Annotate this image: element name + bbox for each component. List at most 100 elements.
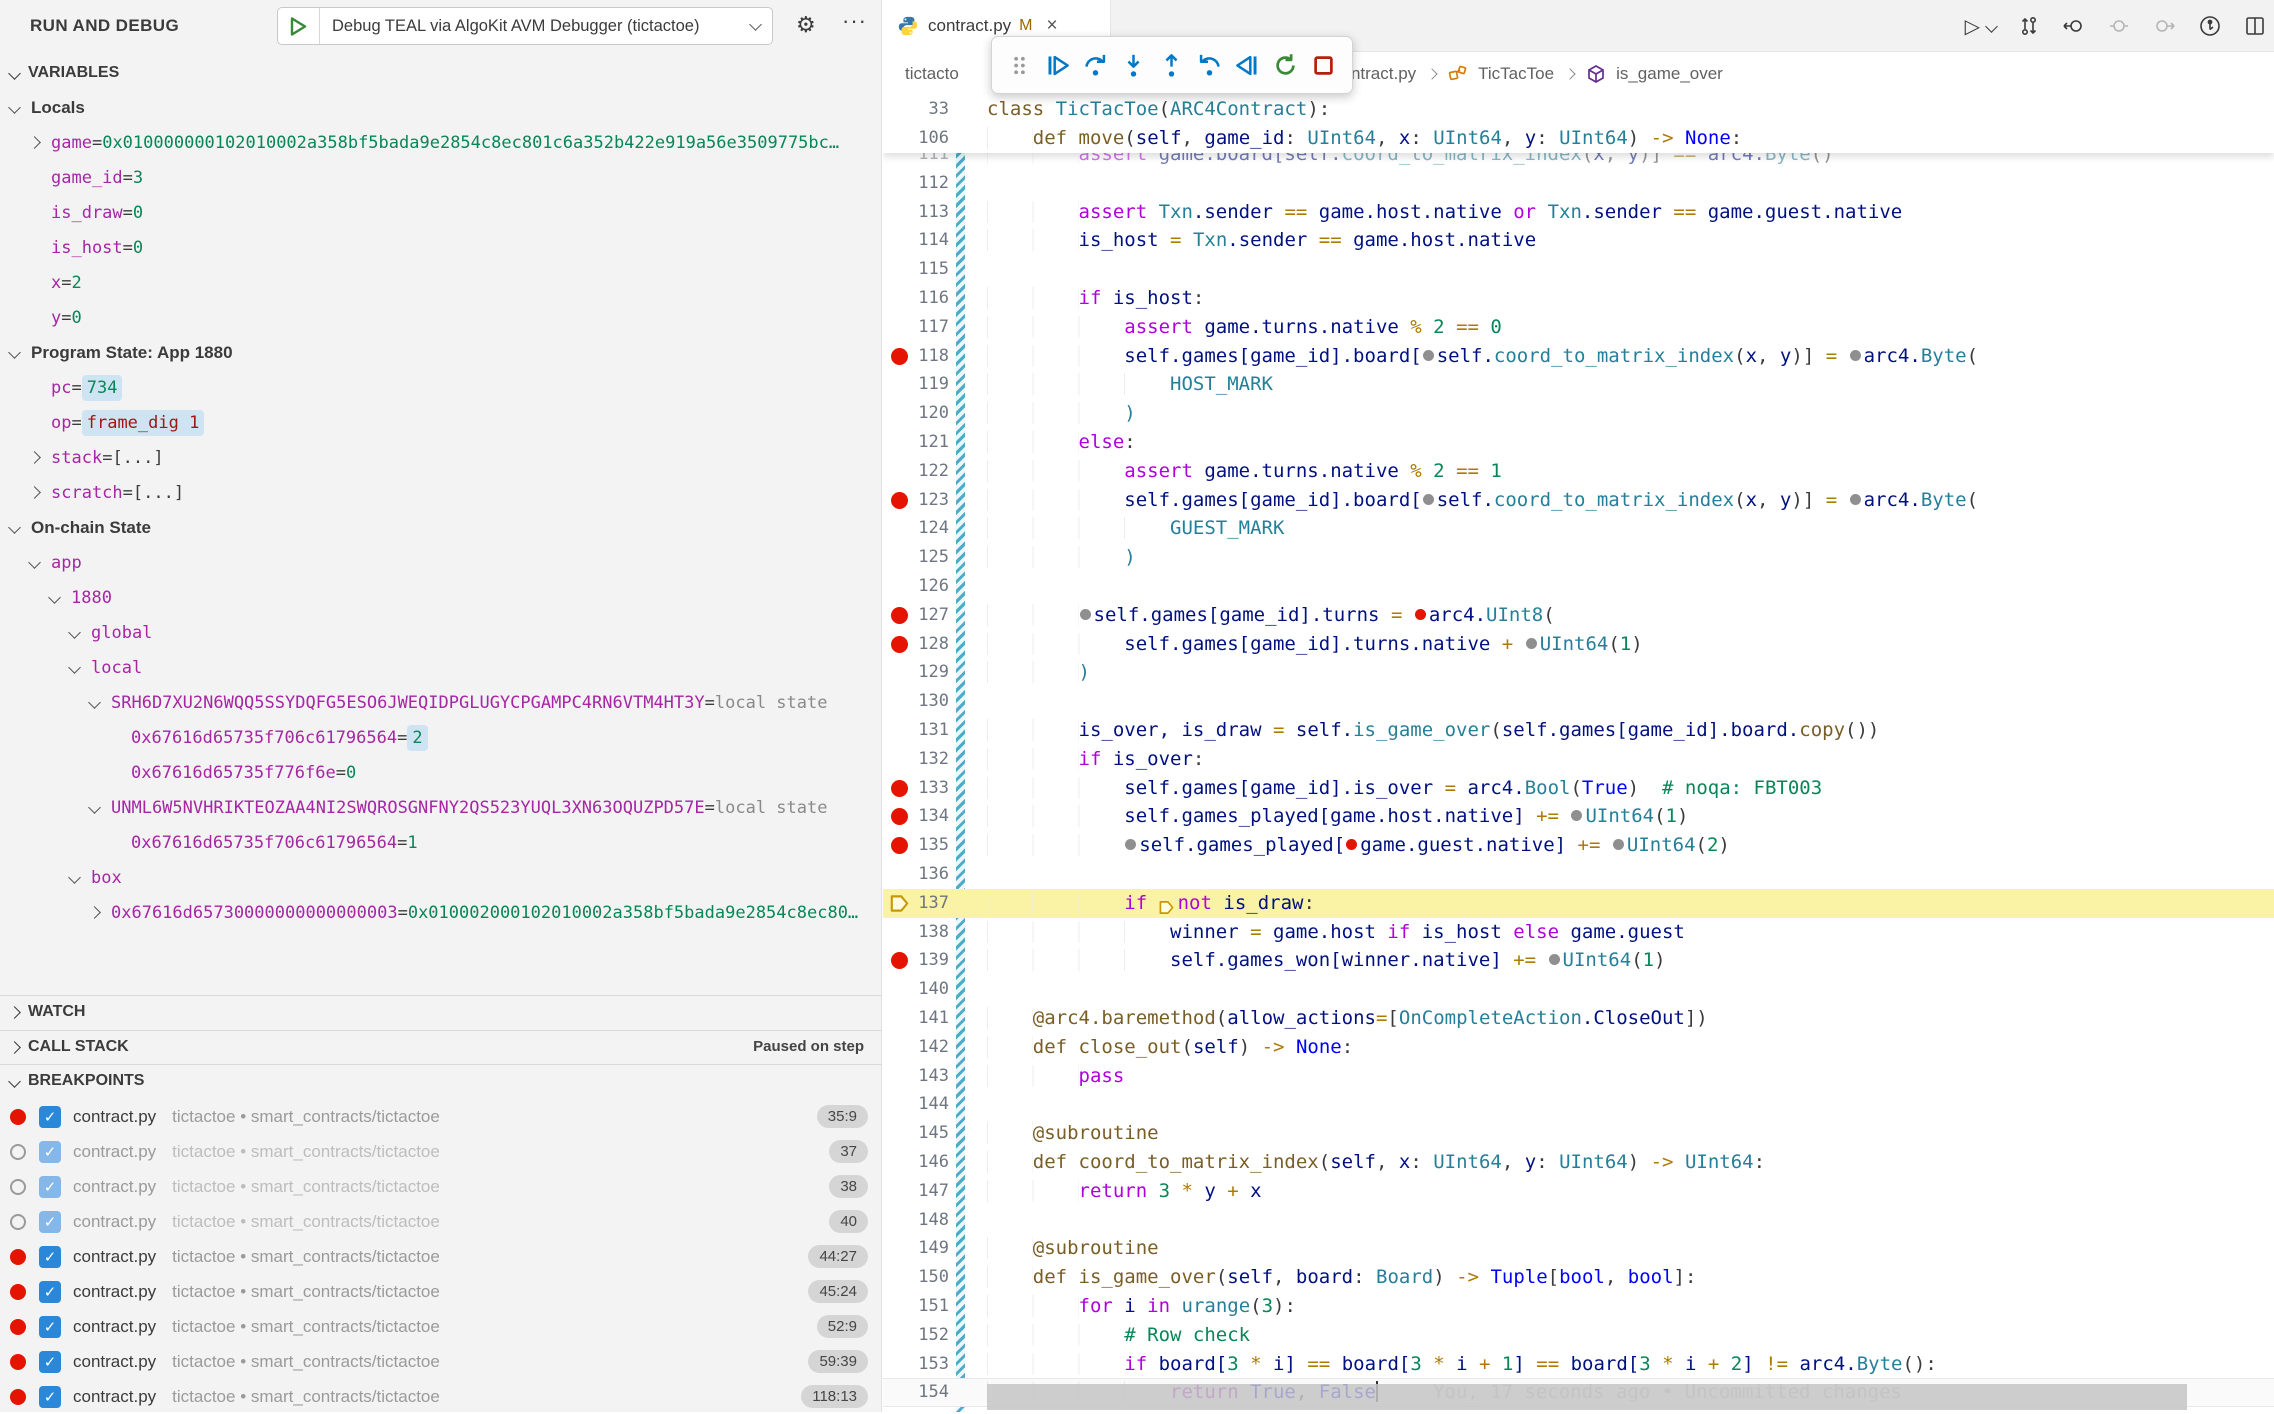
line-number[interactable]: 119: [883, 370, 949, 399]
code-line[interactable]: 116 if is_host:: [883, 284, 2274, 313]
debug-start-icon[interactable]: [278, 8, 320, 44]
stop-button[interactable]: [1304, 43, 1342, 87]
chevron-down-icon[interactable]: [88, 696, 101, 709]
code-line[interactable]: 134 self.games_played[game.host.native] …: [883, 802, 2274, 831]
chevron-right-icon[interactable]: [28, 136, 41, 149]
breakpoint-dot-icon[interactable]: [891, 636, 908, 653]
line-number[interactable]: 116: [883, 284, 949, 313]
line-number[interactable]: 113: [883, 198, 949, 227]
variable-row[interactable]: On-chain State: [10, 510, 151, 545]
breakpoint-checkbox[interactable]: ✓: [39, 1246, 61, 1268]
line-number[interactable]: 120: [883, 399, 949, 428]
code-line[interactable]: 152 # Row check: [883, 1321, 2274, 1350]
variables-section-header[interactable]: VARIABLES: [0, 58, 882, 88]
line-number[interactable]: 115: [883, 255, 949, 284]
line-number[interactable]: 149: [883, 1234, 949, 1263]
line-number[interactable]: 125: [883, 543, 949, 572]
variable-row[interactable]: 0x67616d65735f706c61796564 = 2: [110, 720, 428, 755]
horizontal-scrollbar[interactable]: [987, 1384, 2187, 1410]
line-number[interactable]: 131: [883, 716, 949, 745]
restart-button[interactable]: [1266, 43, 1304, 87]
code-line[interactable]: 120 ): [883, 399, 2274, 428]
breakpoint-row[interactable]: ✓contract.pytictactoe • smart_contracts/…: [0, 1309, 882, 1344]
breakpoint-row[interactable]: ✓contract.pytictactoe • smart_contracts/…: [0, 1344, 882, 1379]
line-number[interactable]: 150: [883, 1263, 949, 1292]
inline-breakpoint-icon[interactable]: [1526, 638, 1537, 649]
chevron-down-icon[interactable]: [8, 101, 21, 114]
line-number[interactable]: 126: [883, 572, 949, 601]
variable-row[interactable]: local: [70, 650, 142, 685]
line-number[interactable]: 121: [883, 428, 949, 457]
variable-row[interactable]: x = 2: [30, 265, 82, 300]
line-number[interactable]: 147: [883, 1177, 949, 1206]
line-number[interactable]: 112: [883, 169, 949, 198]
continue-button[interactable]: [1038, 43, 1076, 87]
code-line[interactable]: 132 if is_over:: [883, 745, 2274, 774]
breakpoint-dot-icon[interactable]: [891, 348, 908, 365]
code-line[interactable]: 140: [883, 975, 2274, 1004]
inline-breakpoint-icon[interactable]: [1850, 494, 1861, 505]
chevron-right-icon[interactable]: [88, 906, 101, 919]
code-line[interactable]: 122 assert game.turns.native % 2 == 1: [883, 457, 2274, 486]
variable-row[interactable]: Locals: [10, 90, 85, 125]
line-number[interactable]: 153: [883, 1350, 949, 1379]
variable-row[interactable]: 0x67616d65735f776f6e = 0: [110, 755, 356, 790]
open-changes-icon[interactable]: [2018, 15, 2040, 37]
gear-icon[interactable]: ⚙: [796, 12, 816, 38]
breakpoint-row[interactable]: ✓contract.pytictactoe • smart_contracts/…: [0, 1204, 882, 1239]
chevron-down-icon[interactable]: [68, 661, 81, 674]
previous-change-icon[interactable]: [2062, 15, 2086, 37]
breakpoint-checkbox[interactable]: ✓: [39, 1316, 61, 1338]
code-line[interactable]: 113 assert Txn.sender == game.host.nativ…: [883, 198, 2274, 227]
code-line[interactable]: 119 HOST_MARK: [883, 370, 2274, 399]
breakpoint-dot-icon[interactable]: [891, 492, 908, 509]
chevron-down-icon[interactable]: [28, 556, 41, 569]
code-line[interactable]: 124 GUEST_MARK: [883, 514, 2274, 543]
line-number[interactable]: 145: [883, 1119, 949, 1148]
variable-row[interactable]: app: [30, 545, 82, 580]
toolbar-drag-handle[interactable]: [1000, 43, 1038, 87]
code-line[interactable]: 149 @subroutine: [883, 1234, 2274, 1263]
line-number[interactable]: 106: [883, 124, 949, 153]
code-line[interactable]: 118 self.games[game_id].board[self.coord…: [883, 342, 2274, 371]
variable-row[interactable]: op = frame_dig 1: [30, 405, 204, 440]
code-line[interactable]: 147 return 3 * y + x: [883, 1177, 2274, 1206]
code-line[interactable]: 112: [883, 169, 2274, 198]
variable-row[interactable]: game_id = 3: [30, 160, 143, 195]
code-line[interactable]: 137 if not is_draw:: [883, 889, 2274, 918]
variable-row[interactable]: Program State: App 1880: [10, 335, 233, 370]
code-line[interactable]: 126: [883, 572, 2274, 601]
code-line[interactable]: 128 self.games[game_id].turns.native + U…: [883, 630, 2274, 659]
breadcrumb-root-fragment[interactable]: tictacto: [905, 64, 967, 84]
callstack-section-header[interactable]: CALL STACK Paused on step: [0, 1032, 882, 1062]
next-change-icon[interactable]: [2152, 15, 2176, 37]
ellipsis-icon[interactable]: ···: [842, 8, 867, 34]
breakpoint-row[interactable]: ✓contract.pytictactoe • smart_contracts/…: [0, 1134, 882, 1169]
code-line[interactable]: 142 def close_out(self) -> None:: [883, 1033, 2274, 1062]
code-line[interactable]: 151 for i in urange(3):: [883, 1292, 2274, 1321]
breakpoint-row[interactable]: ✓contract.pytictactoe • smart_contracts/…: [0, 1274, 882, 1309]
line-number[interactable]: 141: [883, 1004, 949, 1033]
breakpoint-row[interactable]: ✓contract.pytictactoe • smart_contracts/…: [0, 1169, 882, 1204]
code-line[interactable]: 129 ): [883, 658, 2274, 687]
reverse-continue-button[interactable]: [1228, 43, 1266, 87]
split-editor-icon[interactable]: [2244, 15, 2266, 37]
step-back-button[interactable]: [1190, 43, 1228, 87]
inline-breakpoint-icon[interactable]: [1415, 609, 1426, 620]
variable-row[interactable]: y = 0: [30, 300, 82, 335]
code-line[interactable]: 133 self.games[game_id].is_over = arc4.B…: [883, 774, 2274, 803]
code-line[interactable]: 130: [883, 687, 2274, 716]
variable-row[interactable]: game = 0x010000000102010002a358bf5bada9e…: [30, 125, 839, 160]
line-number[interactable]: 138: [883, 918, 949, 947]
code-line[interactable]: 117 assert game.turns.native % 2 == 0: [883, 313, 2274, 342]
inline-breakpoint-icon[interactable]: [1423, 494, 1434, 505]
variable-row[interactable]: pc = 734: [30, 370, 122, 405]
debug-config-label[interactable]: Debug TEAL via AlgoKit AVM Debugger (tic…: [320, 17, 747, 36]
chevron-down-icon[interactable]: [48, 591, 61, 604]
code-line[interactable]: 148: [883, 1206, 2274, 1235]
line-number[interactable]: 122: [883, 457, 949, 486]
line-number[interactable]: 154: [883, 1378, 949, 1407]
breadcrumb-method[interactable]: is_game_over: [1616, 64, 1723, 84]
breadcrumb-class[interactable]: TicTacToe: [1478, 64, 1554, 84]
line-number[interactable]: 151: [883, 1292, 949, 1321]
